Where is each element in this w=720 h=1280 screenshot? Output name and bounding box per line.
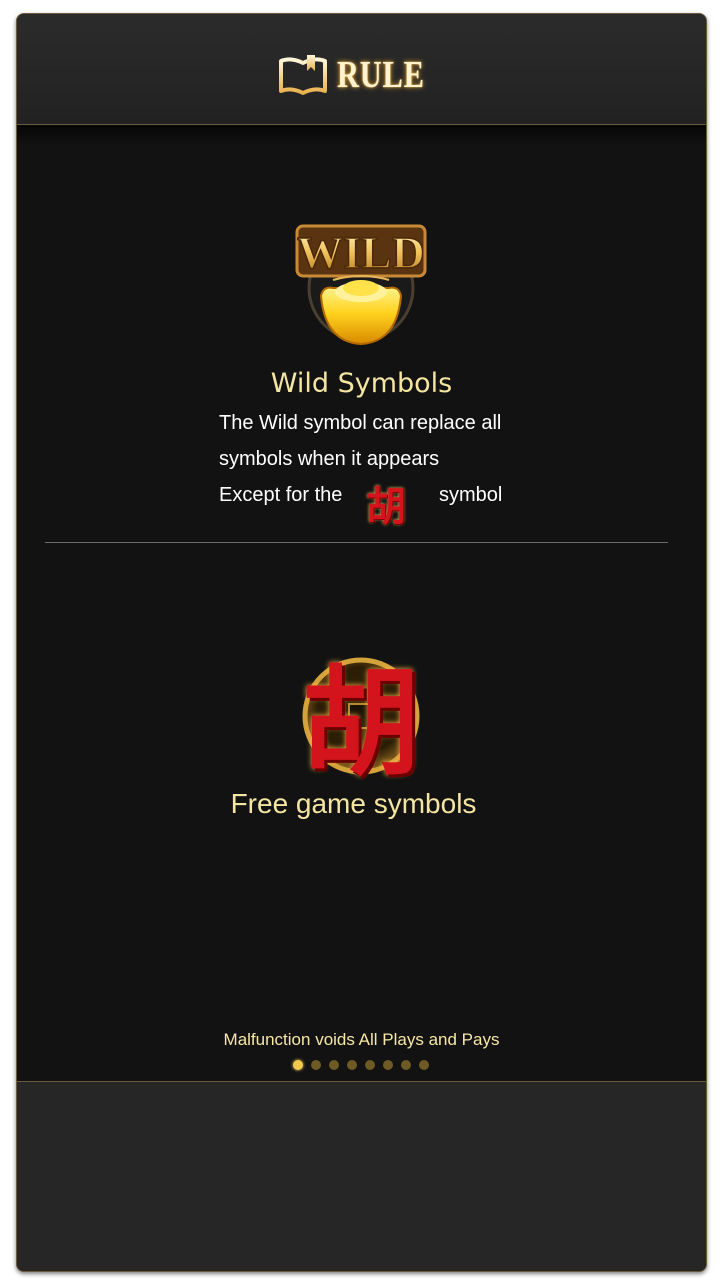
wild-desc-line3-before: Except for the xyxy=(219,484,343,506)
free-symbol-char-wrap: 胡 xyxy=(293,642,429,792)
wild-desc-line2: symbols when it appears xyxy=(219,448,440,470)
free-symbol-inline-icon: 胡 xyxy=(363,478,409,530)
page-dot-8[interactable] xyxy=(419,1060,429,1070)
free-game-symbol-icon: 胡 xyxy=(293,642,429,792)
section-divider xyxy=(45,542,668,543)
page-dot-2[interactable] xyxy=(311,1060,321,1070)
book-icon xyxy=(278,55,327,95)
page-dot-1[interactable] xyxy=(293,1060,303,1070)
page-dot-6[interactable] xyxy=(383,1060,393,1070)
free-symbol-char: 胡 xyxy=(301,652,420,792)
malfunction-note: Malfunction voids All Plays and Pays xyxy=(223,1030,500,1049)
wild-desc-line1: The Wild symbol can replace all xyxy=(219,412,502,434)
page-dot-4[interactable] xyxy=(347,1060,357,1070)
rule-panel: RULE WILD Wild Symbols The Wild symbol c… xyxy=(16,13,707,1272)
pagination-dots xyxy=(293,1060,429,1070)
header-bar: RULE xyxy=(17,14,706,125)
page-title: RULE xyxy=(336,54,425,96)
page-dot-5[interactable] xyxy=(365,1060,375,1070)
bottom-bar xyxy=(17,1081,706,1271)
header-title-group: RULE xyxy=(17,50,706,100)
page-dot-7[interactable] xyxy=(401,1060,411,1070)
inline-hu-char: 胡 xyxy=(366,483,406,530)
page-dot-3[interactable] xyxy=(329,1060,339,1070)
wild-desc-line3-after: symbol xyxy=(439,484,503,506)
header-shadow xyxy=(17,125,706,145)
wild-symbol-icon: WILD xyxy=(295,224,427,346)
wild-symbols-title: Wild Symbols xyxy=(270,368,453,399)
free-game-symbols-title: Free game symbols xyxy=(230,788,477,819)
wild-logo-text: WILD xyxy=(297,227,425,278)
